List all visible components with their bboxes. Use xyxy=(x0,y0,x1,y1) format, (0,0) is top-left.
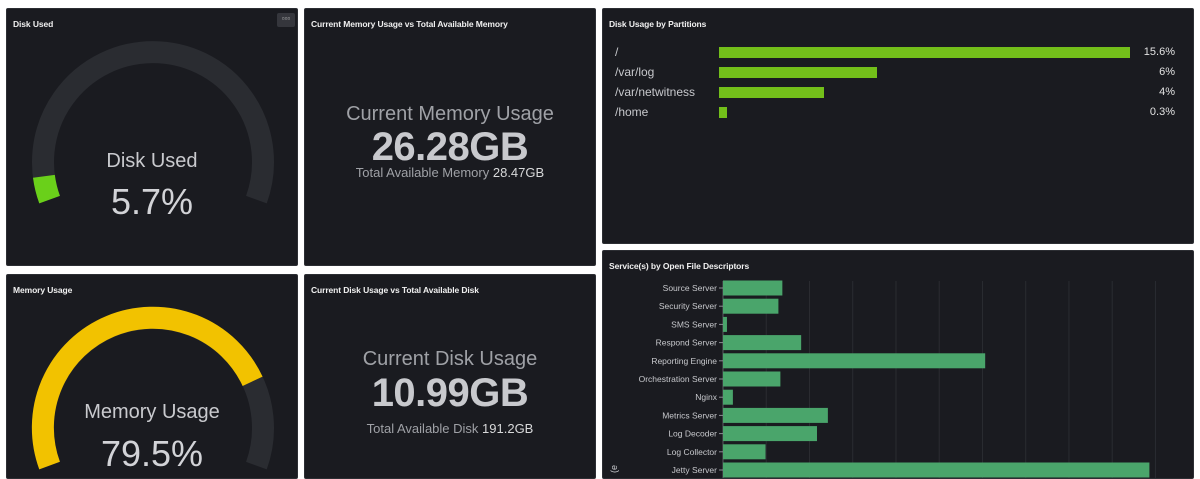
category-label: Metrics Server xyxy=(662,410,717,420)
stat-subtext: Total Available Disk 191.2GB xyxy=(305,421,595,436)
category-label: Orchestration Server xyxy=(639,374,718,384)
stat-subtext: Total Available Memory 28.47GB xyxy=(305,165,595,180)
memory-usage-panel: Memory Usage Memory Usage 79.5% xyxy=(6,274,298,479)
panel-title: Current Disk Usage vs Total Available Di… xyxy=(311,285,479,295)
partition-bar xyxy=(719,107,727,118)
axis-label-fragment: (e xyxy=(609,465,619,473)
category-label: SMS Server xyxy=(671,319,717,329)
partition-name: /var/netwitness xyxy=(615,85,696,99)
category-label: Source Server xyxy=(663,283,717,293)
service-bar[interactable] xyxy=(723,298,779,314)
partition-row: /home 0.3% xyxy=(615,105,1181,119)
category-label: Jetty Server xyxy=(672,465,718,475)
disk-used-panel: Disk Used ▫▫▫ Disk Used 5.7% xyxy=(6,8,298,266)
service-bar[interactable] xyxy=(723,353,986,369)
partition-value: 4% xyxy=(1159,86,1175,98)
service-bar[interactable] xyxy=(723,389,733,405)
gauge-track xyxy=(32,41,274,204)
partition-name: /var/log xyxy=(615,65,655,79)
disk-compare-panel: Current Disk Usage vs Total Available Di… xyxy=(304,274,596,479)
dashboard: Disk Used ▫▫▫ Disk Used 5.7% Current Mem… xyxy=(0,0,1200,479)
service-bar[interactable] xyxy=(723,426,817,442)
stat-value: 26.28GB xyxy=(371,125,529,169)
category-label: Log Decoder xyxy=(668,429,717,439)
category-label: Security Server xyxy=(659,301,717,311)
service-bar[interactable] xyxy=(723,316,727,332)
panel-title: Current Memory Usage vs Total Available … xyxy=(311,19,508,29)
gauge-value: 5.7% xyxy=(110,181,194,222)
service-bar[interactable] xyxy=(723,335,802,351)
category-label: Log Collector xyxy=(667,447,717,457)
stat-sub-value: 191.2GB xyxy=(482,421,534,436)
partition-row: /var/log 6% xyxy=(615,65,1181,79)
memory-compare-panel: Current Memory Usage vs Total Available … xyxy=(304,8,596,266)
partition-name: / xyxy=(615,45,619,59)
services-panel: Service(s) by Open File Descriptors Sour… xyxy=(602,250,1194,479)
partition-bar xyxy=(719,87,825,98)
partition-name: /home xyxy=(615,105,649,119)
stat-sub-label: Total Available Disk xyxy=(366,421,479,436)
service-bar[interactable] xyxy=(723,280,783,296)
partitions-panel: Disk Usage by Partitions / 15.6% /var/log 6… xyxy=(602,8,1194,244)
service-bar[interactable] xyxy=(723,407,828,423)
gauge-value: 79.5% xyxy=(100,433,204,474)
partition-value: 15.6% xyxy=(1143,46,1175,58)
service-bar[interactable] xyxy=(723,444,766,460)
services-bar-chart: Source Server Security Server SMS Server Re… xyxy=(609,280,1156,478)
partition-row: /var/netwitness 4% xyxy=(615,85,1181,99)
partition-value: 6% xyxy=(1159,66,1175,78)
category-label: Nginx xyxy=(695,392,717,402)
service-bar[interactable] xyxy=(723,462,1150,478)
disk-used-gauge xyxy=(32,41,274,204)
stat-sub-label: Total Available Memory xyxy=(355,165,490,180)
category-label: Respond Server xyxy=(656,338,718,348)
category-label: Reporting Engine xyxy=(651,356,717,366)
gauge-label: Disk Used xyxy=(106,150,198,172)
stat-value: 10.99GB xyxy=(371,371,529,415)
stat-heading: Current Disk Usage xyxy=(362,348,538,370)
gauge-label: Memory Usage xyxy=(84,401,220,423)
panel-title: Disk Usage by Partitions xyxy=(609,19,707,29)
partition-bar xyxy=(719,67,878,78)
partition-bar xyxy=(719,47,1130,58)
service-bar[interactable] xyxy=(723,371,781,387)
partition-row: / 15.6% xyxy=(615,45,1181,59)
partition-value: 0.3% xyxy=(1149,106,1175,118)
stat-heading: Current Memory Usage xyxy=(346,103,554,125)
stat-sub-value: 28.47GB xyxy=(492,165,545,180)
